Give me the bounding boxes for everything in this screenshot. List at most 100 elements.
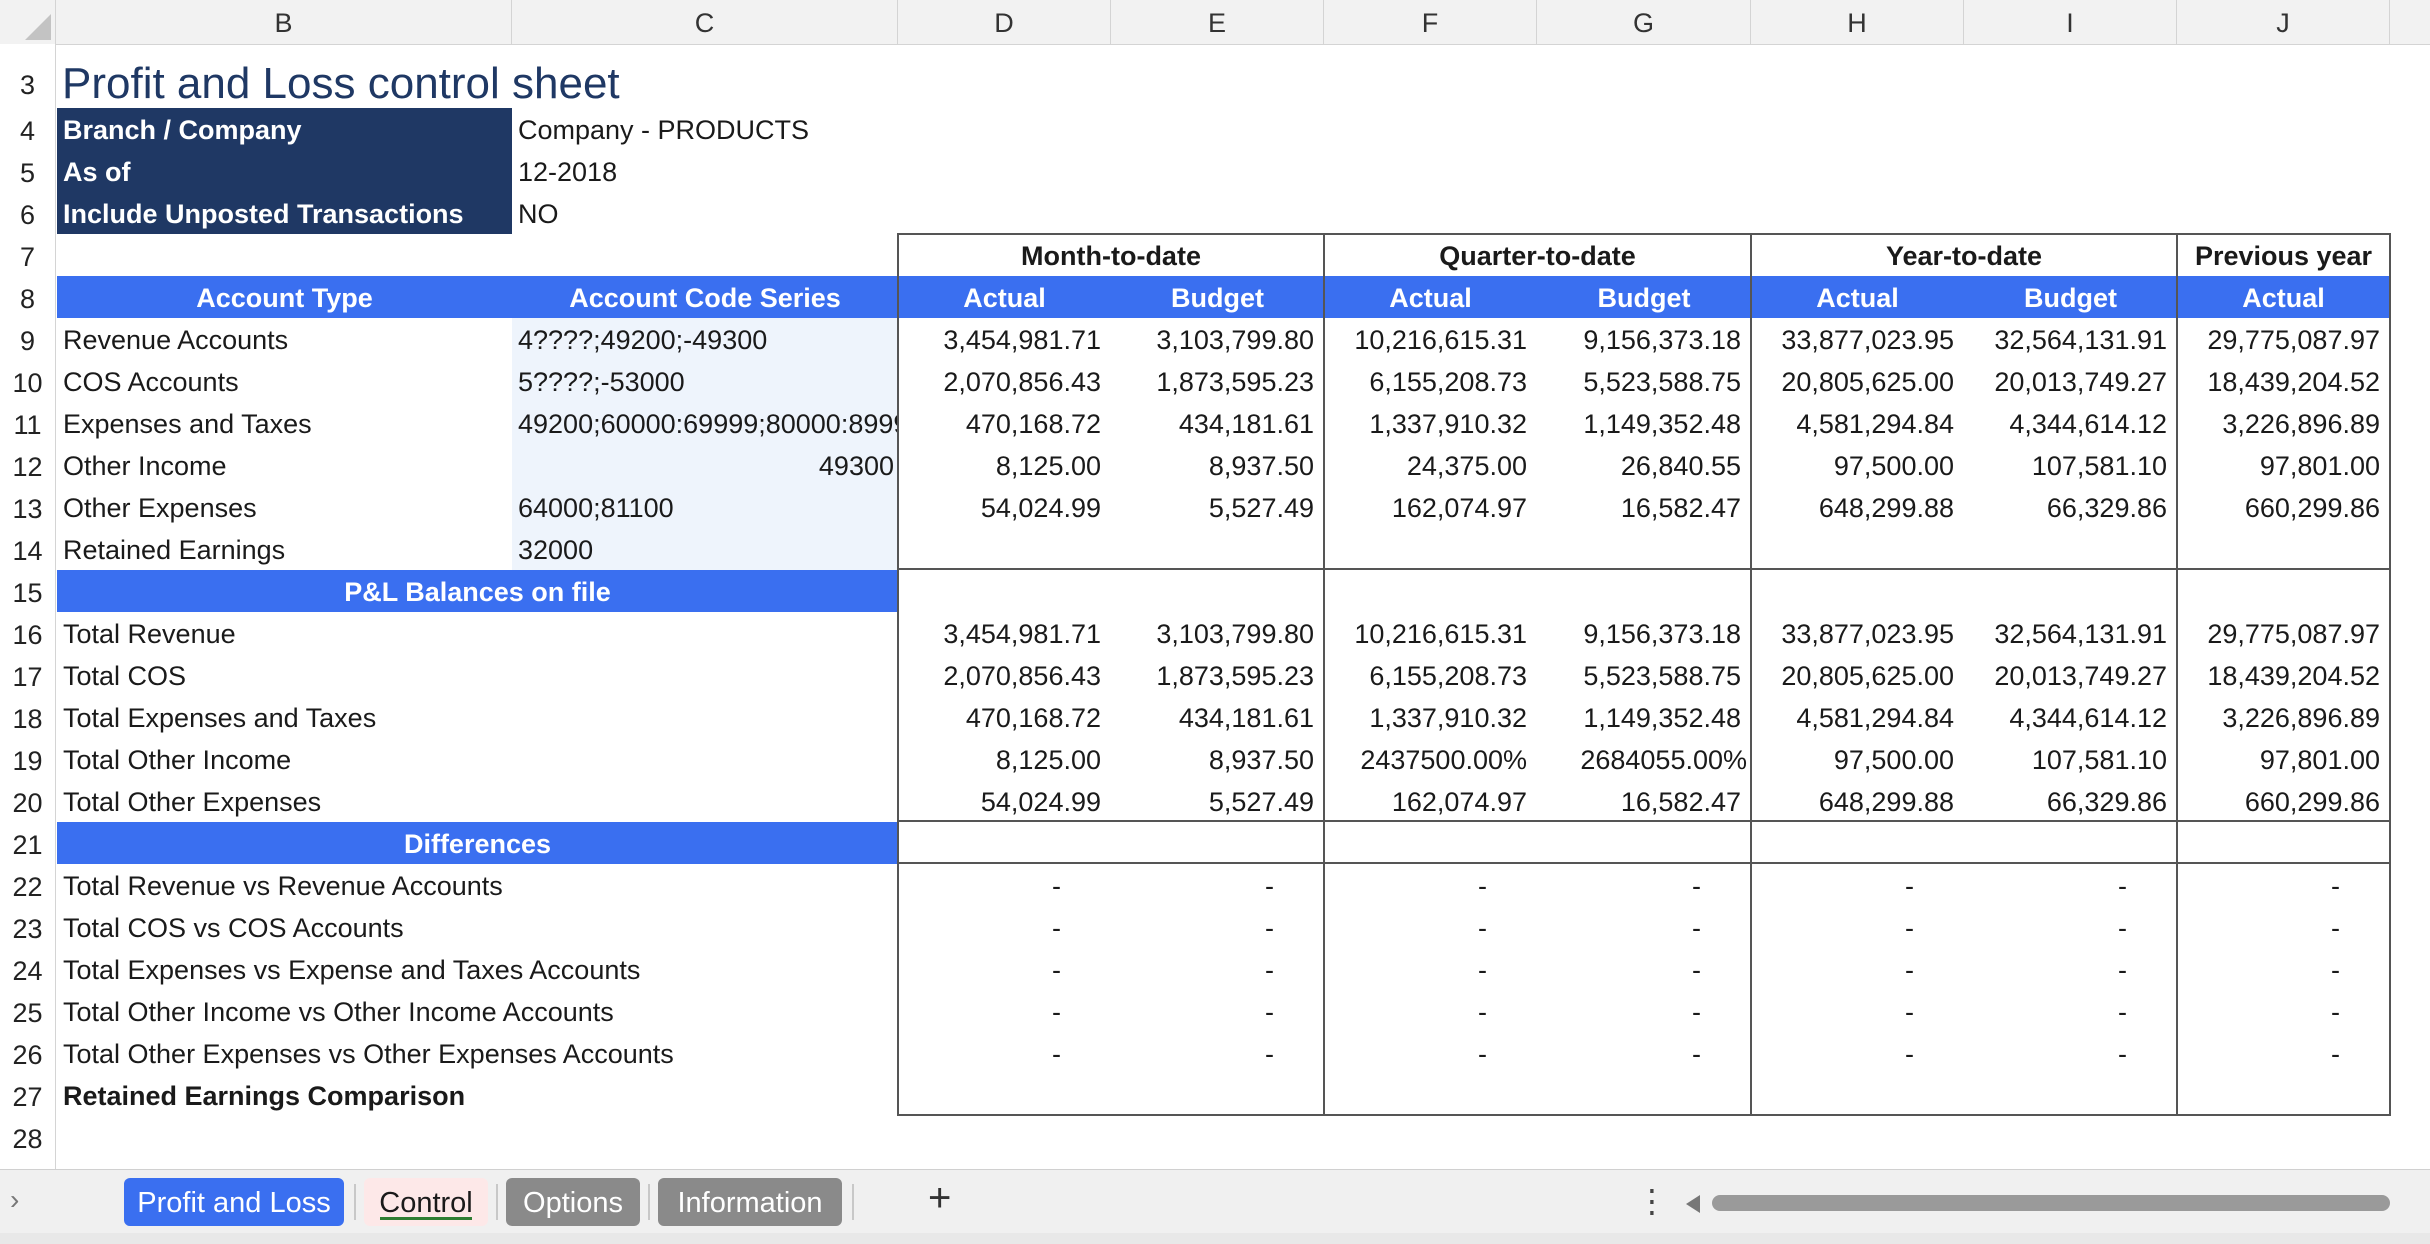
value-cell[interactable]: 97,500.00 [1751, 738, 1964, 780]
value-cell[interactable]: 20,013,749.27 [1964, 360, 2177, 402]
difference-label-other-income[interactable]: Total Other Income vs Other Income Accou… [57, 990, 898, 1032]
value-cell[interactable]: - [1964, 906, 2177, 948]
row-header[interactable]: 21 [0, 822, 55, 864]
value-cell[interactable]: - [1751, 906, 1964, 948]
header-mtd-budget[interactable]: Budget [1111, 276, 1324, 318]
value-cell[interactable]: 9,156,373.18 [1537, 318, 1751, 360]
value-cell[interactable]: - [1964, 990, 2177, 1032]
horizontal-scrollbar[interactable] [1712, 1195, 2390, 1211]
value-cell[interactable]: 5,523,588.75 [1537, 654, 1751, 696]
value-cell[interactable]: - [898, 1032, 1111, 1074]
value-cell[interactable]: 162,074.97 [1324, 780, 1537, 822]
tab-options[interactable]: Options [506, 1178, 640, 1226]
value-cell[interactable]: 29,775,087.97 [2177, 612, 2390, 654]
value-cell[interactable]: 32,564,131.91 [1964, 612, 2177, 654]
value-cell[interactable]: 3,226,896.89 [2177, 402, 2390, 444]
group-header-mtd[interactable]: Month-to-date [898, 234, 1324, 276]
param-value-branch[interactable]: Company - PRODUCTS [512, 108, 1012, 150]
value-cell[interactable]: 162,074.97 [1324, 486, 1537, 528]
value-cell[interactable]: - [2177, 990, 2390, 1032]
value-cell[interactable]: - [1324, 906, 1537, 948]
account-code-other-expenses[interactable]: 64000;81100 [512, 486, 898, 528]
section-header-differences[interactable]: Differences [57, 822, 898, 864]
row-header[interactable]: 12 [0, 444, 55, 486]
chevron-right-icon[interactable]: › [10, 1184, 19, 1216]
value-cell[interactable]: - [1537, 864, 1751, 906]
plus-icon[interactable]: + [928, 1176, 951, 1221]
value-cell[interactable]: - [1111, 906, 1324, 948]
value-cell[interactable]: - [1751, 864, 1964, 906]
value-cell[interactable]: - [1537, 1032, 1751, 1074]
value-cell[interactable]: 1,873,595.23 [1111, 360, 1324, 402]
value-cell[interactable]: - [1537, 990, 1751, 1032]
header-mtd-actual[interactable]: Actual [898, 276, 1111, 318]
value-cell[interactable]: - [1537, 948, 1751, 990]
column-header-f[interactable]: F [1324, 0, 1537, 44]
row-header[interactable]: 22 [0, 864, 55, 906]
value-cell[interactable]: 18,439,204.52 [2177, 654, 2390, 696]
value-cell[interactable]: 5,527.49 [1111, 780, 1324, 822]
value-cell[interactable]: 8,937.50 [1111, 444, 1324, 486]
account-type-other-income[interactable]: Other Income [57, 444, 512, 486]
row-header[interactable]: 26 [0, 1032, 55, 1074]
account-type-retained-earnings[interactable]: Retained Earnings [57, 528, 512, 570]
value-cell[interactable]: 2,070,856.43 [898, 360, 1111, 402]
value-cell[interactable]: - [898, 906, 1111, 948]
value-cell[interactable]: 6,155,208.73 [1324, 360, 1537, 402]
param-label-branch[interactable]: Branch / Company [57, 108, 512, 150]
account-type-expenses[interactable]: Expenses and Taxes [57, 402, 512, 444]
row-header[interactable]: 24 [0, 948, 55, 990]
value-cell[interactable]: - [1537, 906, 1751, 948]
value-cell[interactable]: 5,527.49 [1111, 486, 1324, 528]
value-cell[interactable]: - [898, 864, 1111, 906]
value-cell[interactable]: - [1751, 990, 1964, 1032]
row-header[interactable]: 5 [0, 150, 55, 192]
value-cell[interactable]: 20,805,625.00 [1751, 360, 1964, 402]
row-header[interactable]: 20 [0, 780, 55, 822]
value-cell[interactable]: 648,299.88 [1751, 780, 1964, 822]
value-cell[interactable]: - [1751, 948, 1964, 990]
value-cell[interactable]: 2684055.00% [1537, 738, 1751, 780]
difference-label-cos[interactable]: Total COS vs COS Accounts [57, 906, 898, 948]
balance-label-revenue[interactable]: Total Revenue [57, 612, 898, 654]
column-header-j[interactable]: J [2177, 0, 2390, 44]
value-cell[interactable]: 1,873,595.23 [1111, 654, 1324, 696]
header-account-type[interactable]: Account Type [57, 276, 512, 318]
balance-label-expenses[interactable]: Total Expenses and Taxes [57, 696, 898, 738]
row-header[interactable]: 13 [0, 486, 55, 528]
header-ytd-budget[interactable]: Budget [1964, 276, 2177, 318]
value-cell[interactable]: - [2177, 948, 2390, 990]
tab-control[interactable]: Control [364, 1178, 488, 1226]
value-cell[interactable]: 54,024.99 [898, 780, 1111, 822]
value-cell[interactable]: 470,168.72 [898, 402, 1111, 444]
value-cell[interactable]: - [2177, 1032, 2390, 1074]
row-header[interactable]: 16 [0, 612, 55, 654]
account-type-cos[interactable]: COS Accounts [57, 360, 512, 402]
value-cell[interactable]: 470,168.72 [898, 696, 1111, 738]
value-cell[interactable]: 8,937.50 [1111, 738, 1324, 780]
header-qtd-budget[interactable]: Budget [1537, 276, 1751, 318]
value-cell[interactable]: 8,125.00 [898, 738, 1111, 780]
value-cell[interactable]: 1,149,352.48 [1537, 696, 1751, 738]
value-cell[interactable]: 660,299.86 [2177, 780, 2390, 822]
value-cell[interactable]: 3,226,896.89 [2177, 696, 2390, 738]
value-cell[interactable]: - [898, 948, 1111, 990]
value-cell[interactable]: 32,564,131.91 [1964, 318, 2177, 360]
row-header[interactable]: 8 [0, 276, 55, 318]
value-cell[interactable]: 10,216,615.31 [1324, 612, 1537, 654]
value-cell[interactable]: 97,500.00 [1751, 444, 1964, 486]
header-prev-actual[interactable]: Actual [2177, 276, 2390, 318]
value-cell[interactable]: 20,805,625.00 [1751, 654, 1964, 696]
value-cell[interactable]: - [1751, 1032, 1964, 1074]
value-cell[interactable]: 3,454,981.71 [898, 318, 1111, 360]
value-cell[interactable]: 434,181.61 [1111, 696, 1324, 738]
value-cell[interactable]: - [2177, 906, 2390, 948]
row-header[interactable]: 23 [0, 906, 55, 948]
value-cell[interactable]: 107,581.10 [1964, 738, 2177, 780]
account-code-cos[interactable]: 5????;-53000 [512, 360, 898, 402]
param-value-as-of[interactable]: 12-2018 [512, 150, 1012, 192]
row-header[interactable]: 25 [0, 990, 55, 1032]
balance-label-other-income[interactable]: Total Other Income [57, 738, 898, 780]
value-cell[interactable]: - [2177, 864, 2390, 906]
value-cell[interactable]: 20,013,749.27 [1964, 654, 2177, 696]
